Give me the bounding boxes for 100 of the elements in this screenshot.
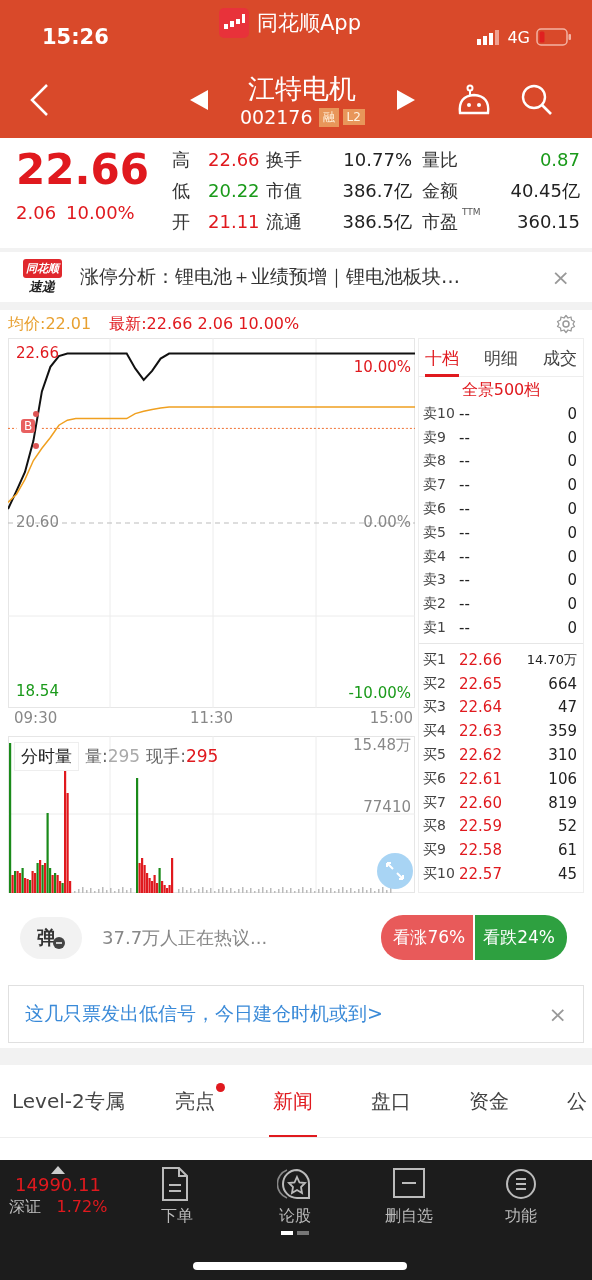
toolbar-label[interactable]: 论股 [279,1206,311,1227]
level-volume: 45 [557,865,577,884]
level-label: 卖7 [423,476,447,495]
order-book-tab[interactable]: 十档 [425,338,459,377]
section-tab[interactable]: 盘口 [370,1065,411,1137]
level-label: 买7 [423,793,447,812]
index-name: 深证 [8,1197,41,1218]
news-headline[interactable]: 涨停分析：锂电池＋业绩预增｜锂电池板块… [80,264,460,290]
change-percent: 10.00% [66,202,135,223]
level-label: 买1 [423,650,447,669]
axis-label: 18.54 [15,682,60,701]
network-label: 4G [507,27,530,47]
level-label: 买4 [423,722,447,741]
level-price: 22.58 [459,841,503,860]
previous-stock-icon [190,90,208,110]
level-volume: 0 [567,476,577,495]
level-price: 22.61 [459,769,503,788]
order-book-tab[interactable]: 成交 [543,338,577,377]
app-name: 同花顺App [257,10,362,37]
level-price: 22.59 [459,817,503,836]
stat-label: 开 [172,209,191,234]
index-change: 1.72% [56,1197,108,1218]
axis-label: 22.66 [15,343,60,362]
order-book-tab[interactable]: 明细 [484,338,518,377]
stat-value: 40.45亿 [510,178,580,203]
danmaku-toggle-button[interactable]: 弹 [20,916,82,959]
stock-name: 江特电机 [248,72,357,106]
menu-icon[interactable] [503,1166,539,1202]
toolbar-label[interactable]: 下单 [161,1206,193,1227]
level-label: 卖10 [423,404,456,423]
level-volume: 664 [548,674,577,693]
promo-link[interactable]: 这几只票发出低信号，今日建仓时机或到> [25,1001,383,1027]
buy-marker: B [21,419,36,434]
level-label: 买5 [423,746,447,765]
level-volume: 819 [548,793,577,812]
level-volume: 0 [567,571,577,590]
index-value: 14990.11 [15,1174,101,1195]
level-label: 买9 [423,841,447,860]
level-volume: 0 [567,547,577,566]
toolbar-label[interactable]: 删自选 [385,1206,433,1227]
settings-icon [556,314,576,334]
level-price: 22.60 [459,793,503,812]
level-label: 卖4 [423,547,447,566]
app-logo-icon [219,8,249,38]
trade-point-icon [32,410,40,450]
notification-dot [215,1082,225,1092]
level-volume: 0 [567,523,577,542]
level-label: 卖8 [423,452,447,471]
stat-value: 360.15 [517,211,580,232]
stat-label: 换手 [266,147,302,172]
stat-label: 市值 [266,178,302,203]
axis-label: 77410 [363,798,411,816]
level-volume: 14.70万 [526,650,577,669]
discussion-text[interactable]: 37.7万人正在热议... [102,925,268,950]
level-volume: 61 [557,841,577,860]
stat-label: 低 [172,178,191,203]
level-label: 卖2 [423,595,447,614]
average-price-label: 均价:22.01 [8,313,92,335]
level-label: 买6 [423,769,447,788]
time-label: 11:30 [189,709,234,727]
stat-value: 386.7亿 [342,178,412,203]
stat-label: 高 [172,147,191,172]
level-label: 卖9 [423,428,447,447]
section-tab[interactable]: 公 [566,1065,587,1137]
level-volume: 0 [567,500,577,519]
level-volume: 359 [548,722,577,741]
level-price: -- [459,452,471,471]
time-label: 15:00 [369,709,413,727]
level-volume: 0 [567,404,577,423]
axis-label: 20.60 [15,513,60,531]
axis-label: 15.48万 [353,736,411,755]
level-label: 卖6 [423,500,447,519]
panorama-link[interactable]: 全景500档 [419,377,583,402]
time-label: 09:30 [14,709,58,727]
latest-price-label: 最新:22.66 2.06 10.00% [109,313,300,335]
price-change: 2.06 [16,202,57,223]
star-bubble-icon[interactable] [277,1166,313,1202]
level-price: -- [459,595,471,614]
stat-value: 386.5亿 [342,209,412,234]
level-price: 22.64 [459,698,503,717]
status-time: 15:26 [42,25,109,49]
level-price: -- [459,571,471,590]
level-price: 22.57 [459,865,503,884]
robot-icon [456,84,491,116]
section-tab[interactable]: 亮点 [174,1065,215,1137]
toolbar-label[interactable]: 功能 [505,1206,537,1227]
stat-value: 20.22 [208,180,260,201]
section-tab[interactable]: Level-2专属 [12,1065,125,1137]
section-tab[interactable]: 资金 [468,1065,509,1137]
stat-value: 21.11 [208,211,260,232]
news-logo-badge: 同花顺 [22,258,62,278]
stat-value: 22.66 [208,149,260,170]
level-label: 买8 [423,817,447,836]
level-volume: 52 [557,817,577,836]
next-stock-icon [396,90,415,110]
stat-value: 10.77% [343,149,412,170]
search-icon [520,84,553,116]
level-volume: 310 [548,746,577,765]
level-label: 买2 [423,674,447,693]
news-logo-text: 速递 [29,277,55,296]
